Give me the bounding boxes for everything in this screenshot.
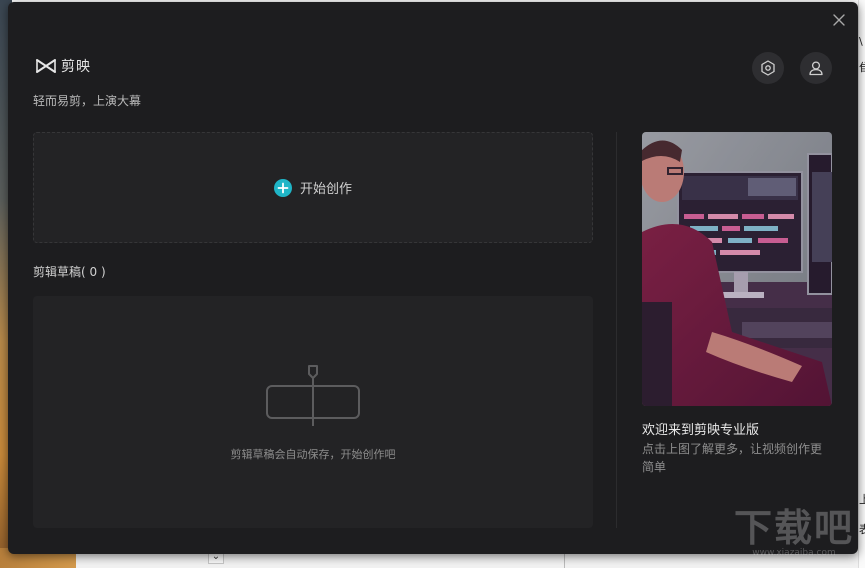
- watermark-text: 下载吧: [726, 508, 862, 548]
- app-slogan: 轻而易剪，上演大幕: [33, 92, 141, 109]
- promo-description[interactable]: 点击上图了解更多，让视频创作更简单: [642, 440, 832, 476]
- empty-timeline-icon: [265, 364, 361, 428]
- background-text-fragment: 上: [859, 494, 865, 506]
- capcut-logo-icon: [34, 57, 58, 75]
- hexagon-settings-icon: [759, 59, 777, 77]
- user-icon: [807, 59, 825, 77]
- app-window: 剪映 轻而易剪，上演大幕 开始创作 剪辑草稿( 0 ) 剪辑草稿会自动保存，开始…: [8, 2, 858, 554]
- site-watermark: 下载吧 www.xiazaiba.com: [726, 508, 862, 558]
- start-creation-button[interactable]: 开始创作: [33, 132, 593, 243]
- close-button[interactable]: [830, 11, 848, 29]
- start-creation-label: 开始创作: [300, 178, 352, 197]
- drafts-empty-text: 剪辑草稿会自动保存，开始创作吧: [33, 446, 593, 462]
- panel-divider: [616, 132, 617, 528]
- close-icon: [830, 11, 848, 29]
- drafts-list: 剪辑草稿会自动保存，开始创作吧: [33, 296, 593, 528]
- settings-button[interactable]: [752, 52, 784, 84]
- promo-banner-image[interactable]: [642, 132, 832, 406]
- user-account-button[interactable]: [800, 52, 832, 84]
- video-editor-photo: [642, 132, 832, 406]
- background-text-fragment: \: [859, 36, 863, 48]
- background-window-right: \ 隹 上 表: [858, 0, 865, 568]
- plus-icon: [274, 179, 292, 197]
- app-logo: 剪映: [34, 56, 91, 76]
- drafts-title: 剪辑草稿( 0 ): [33, 263, 106, 280]
- promo-title: 欢迎来到剪映专业版: [642, 419, 759, 438]
- app-name: 剪映: [61, 56, 91, 76]
- background-text-fragment: 隹: [859, 62, 865, 74]
